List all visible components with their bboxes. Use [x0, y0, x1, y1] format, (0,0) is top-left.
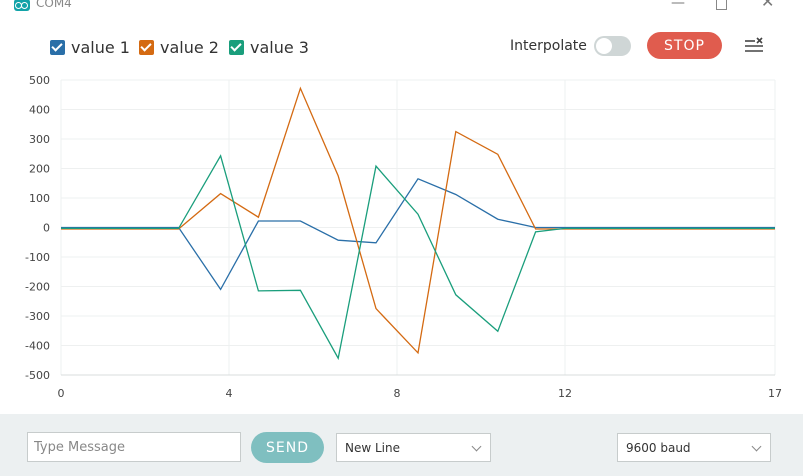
send-button[interactable]: SEND: [251, 432, 324, 463]
close-button[interactable]: ✕: [761, 0, 774, 10]
y-tick-label: 500: [29, 74, 50, 87]
window-title: COM4: [36, 0, 72, 10]
legend-label: value 1: [71, 37, 130, 57]
y-tick-label: -400: [25, 340, 50, 353]
x-tick-label: 17: [768, 387, 782, 400]
x-tick-label: 8: [394, 387, 401, 400]
clear-output-icon[interactable]: [744, 37, 764, 55]
series-line-value-1: [61, 177, 775, 291]
y-tick-label: 200: [29, 163, 50, 176]
legend-item-value-2[interactable]: value 2: [139, 37, 219, 57]
line-ending-select[interactable]: New Line: [336, 433, 491, 462]
title-bar: COM4 — ✕: [0, 0, 803, 14]
interpolate-toggle[interactable]: [594, 36, 631, 56]
y-tick-label: -500: [25, 369, 50, 382]
x-tick-label: 0: [58, 387, 65, 400]
toggle-knob: [596, 38, 612, 54]
value-2-checkbox[interactable]: [139, 39, 154, 55]
baud-rate-select[interactable]: 9600 baud: [617, 433, 771, 462]
y-tick-label: 300: [29, 133, 50, 146]
chevron-down-icon: [751, 441, 762, 452]
y-tick-label: -100: [25, 251, 50, 264]
message-input[interactable]: [27, 432, 241, 462]
chevron-down-icon: [471, 441, 482, 452]
maximize-button[interactable]: [716, 0, 727, 10]
x-tick-label: 4: [226, 387, 233, 400]
value-3-checkbox[interactable]: [229, 39, 244, 55]
x-tick-label: 12: [558, 387, 572, 400]
serial-plot: 500 400 300 200 100 0 -100 -200 -300 -400 -500 0 4 8 1…: [25, 74, 782, 400]
baud-rate-value: 9600 baud: [626, 440, 691, 455]
legend-item-value-1[interactable]: value 1: [50, 37, 130, 57]
legend-label: value 3: [250, 37, 309, 57]
y-tick-label: -300: [25, 310, 50, 323]
minimize-button[interactable]: —: [671, 0, 685, 10]
series-line-value-2: [61, 86, 775, 355]
y-tick-label: 100: [29, 192, 50, 205]
arduino-icon: [14, 0, 30, 11]
y-tick-label: -200: [25, 281, 50, 294]
interpolate-label: Interpolate: [510, 38, 587, 54]
y-tick-label: 0: [43, 222, 50, 235]
legend-item-value-3[interactable]: value 3: [229, 37, 309, 57]
line-ending-value: New Line: [345, 440, 400, 455]
stop-button[interactable]: STOP: [647, 32, 722, 59]
value-1-checkbox[interactable]: [50, 39, 65, 55]
legend-label: value 2: [160, 37, 219, 57]
y-tick-label: 400: [29, 104, 50, 117]
